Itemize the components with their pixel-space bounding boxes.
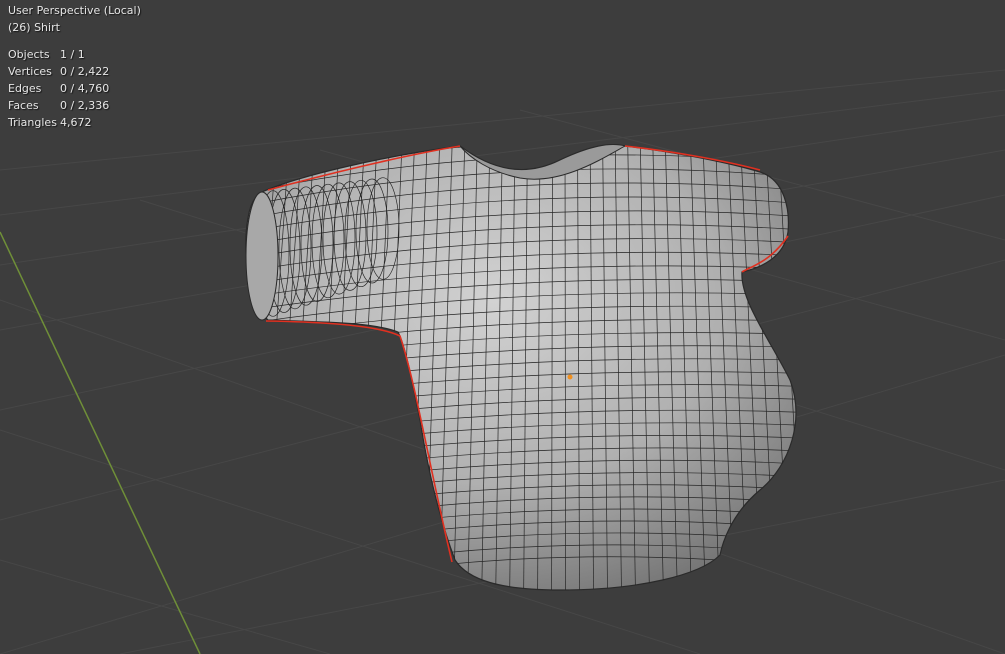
viewport-info-overlay: User Perspective (Local) (26) Shirt Obje… [8,2,141,131]
stat-value: 0 / 2,422 [60,65,110,78]
stat-value: 0 / 2,336 [60,99,110,112]
stat-label: Faces [8,99,39,112]
scene-statistics: Objects 1 / 1 Vertices 0 / 2,422 Edges 0… [8,46,141,131]
sleeve-opening [245,191,279,321]
stat-label: Edges [8,82,42,95]
wire-column [202,130,240,600]
stat-objects: Objects 1 / 1 [8,46,141,63]
active-object: (26) Shirt [8,21,60,34]
stat-faces: Faces 0 / 2,336 [8,97,141,114]
stat-vertices: Vertices 0 / 2,422 [8,63,141,80]
y-axis-line [0,231,201,654]
stat-triangles: Triangles 4,672 [8,114,141,131]
stat-label: Vertices [8,65,52,78]
wire-column [803,130,832,600]
stat-value: 4,672 [60,116,92,129]
shirt-mesh [202,130,832,600]
stat-edges: Edges 0 / 4,760 [8,80,141,97]
stat-value: 1 / 1 [60,48,85,61]
stat-value: 0 / 4,760 [60,82,110,95]
viewport-scene[interactable] [0,0,1005,654]
stat-label: Objects [8,48,50,61]
3d-viewport[interactable]: User Perspective (Local) (26) Shirt Obje… [0,0,1005,654]
view-name: User Perspective (Local) [8,4,141,17]
object-origin [567,374,573,380]
wire-column [245,144,253,590]
wire-column [789,144,796,590]
stat-label: Triangles [8,116,57,129]
